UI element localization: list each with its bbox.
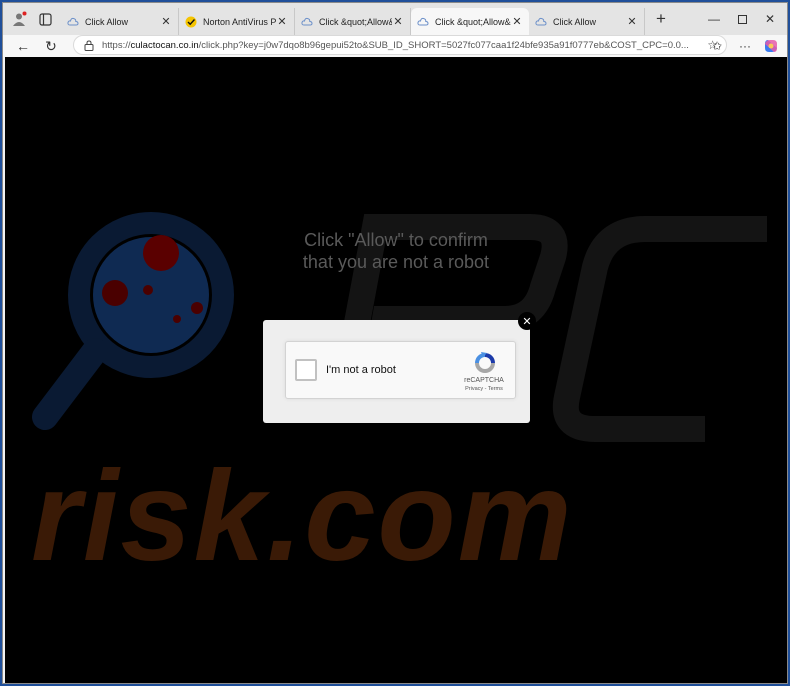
close-icon: ✕ xyxy=(522,315,532,328)
cloud-icon xyxy=(535,16,547,28)
modal-close-button[interactable]: ✕ xyxy=(518,312,536,330)
address-bar[interactable]: https://culactocan.co.in/click.php?key=j… xyxy=(73,35,727,55)
close-icon: ✕ xyxy=(764,12,776,26)
maximize-icon xyxy=(737,14,747,24)
recaptcha-privacy-terms[interactable]: Privacy - Terms xyxy=(448,386,520,392)
new-tab-button[interactable]: + xyxy=(649,8,673,30)
copilot-button[interactable] xyxy=(761,36,781,56)
cloud-icon xyxy=(301,16,313,28)
close-icon[interactable]: ✕ xyxy=(160,15,172,28)
headline-line-2: that you are not a robot xyxy=(302,252,490,272)
recaptcha-brand: reCAPTCHA xyxy=(464,377,504,384)
browser-window: Click Allow ✕ Norton AntiVirus Pro ✕ Cli… xyxy=(2,2,788,684)
tab-1[interactable]: Norton AntiVirus Pro ✕ xyxy=(179,8,295,35)
recaptcha-icon xyxy=(475,352,495,373)
tab-title: Click Allow xyxy=(85,16,129,27)
profile-button[interactable] xyxy=(7,8,31,30)
back-button[interactable]: ← xyxy=(13,36,33,56)
plus-icon: + xyxy=(656,9,666,28)
minimize-icon: — xyxy=(708,12,720,26)
browser-toolbar: ← ↻ https://culactocan.co.in/click.php?k… xyxy=(3,35,787,57)
watermark-text: risk.com xyxy=(31,445,574,588)
reload-button[interactable]: ↻ xyxy=(41,36,61,56)
favorites-button[interactable]: ✩ xyxy=(707,36,727,56)
page-content: risk.com Click "Allow" to confirm that y… xyxy=(5,57,787,683)
cloud-icon xyxy=(67,16,79,28)
maximize-button[interactable] xyxy=(731,9,753,29)
tab-actions-icon xyxy=(38,12,52,26)
tab-0[interactable]: Click Allow ✕ xyxy=(61,8,179,35)
lock-icon xyxy=(84,39,94,51)
profile-icon xyxy=(13,11,27,26)
cloud-icon xyxy=(417,16,429,28)
captcha-modal: I'm not a robot reCAPTCHA Privacy - Term… xyxy=(263,320,530,423)
close-icon[interactable]: ✕ xyxy=(276,15,288,28)
page-headline: Click "Allow" to confirm that you are no… xyxy=(205,229,587,273)
close-icon[interactable]: ✕ xyxy=(511,15,523,28)
more-icon: ··· xyxy=(739,39,751,53)
tab-3-active[interactable]: Click &quot;Allow&q ✕ xyxy=(411,8,529,35)
robot-checkbox-label: I'm not a robot xyxy=(326,364,396,376)
favorites-icon: ✩ xyxy=(711,39,723,53)
reload-icon: ↻ xyxy=(45,37,57,54)
tab-title: Click &quot;Allow&q xyxy=(319,16,392,27)
headline-line-1: Click "Allow" to confirm xyxy=(304,230,488,250)
robot-checkbox[interactable] xyxy=(295,359,317,381)
close-icon[interactable]: ✕ xyxy=(626,15,638,28)
url-host: culactocan.co.in xyxy=(130,39,199,51)
tab-actions-button[interactable] xyxy=(33,8,57,30)
tab-title: Norton AntiVirus Pro xyxy=(203,16,276,27)
url-scheme: https:// xyxy=(102,39,131,51)
arrow-left-icon: ← xyxy=(16,38,30,54)
copilot-icon xyxy=(765,40,777,52)
close-icon[interactable]: ✕ xyxy=(392,15,404,28)
tab-title: Click Allow xyxy=(553,16,597,27)
recaptcha-widget: I'm not a robot reCAPTCHA Privacy - Term… xyxy=(285,341,516,399)
url-text: https://culactocan.co.in/click.php?key=j… xyxy=(102,40,701,51)
minimize-button[interactable]: — xyxy=(703,9,725,29)
url-path: /click.php?key=j0w7dqo8b96gepui52to&SUB_… xyxy=(198,39,689,51)
tab-2[interactable]: Click &quot;Allow&q ✕ xyxy=(295,8,411,35)
norton-check-icon xyxy=(185,16,197,28)
close-window-button[interactable]: ✕ xyxy=(759,9,781,29)
tab-strip: Click Allow ✕ Norton AntiVirus Pro ✕ Cli… xyxy=(3,3,787,35)
menu-button[interactable]: ··· xyxy=(735,36,755,56)
tab-title: Click &quot;Allow&q xyxy=(435,16,511,27)
tab-4[interactable]: Click Allow ✕ xyxy=(529,8,645,35)
